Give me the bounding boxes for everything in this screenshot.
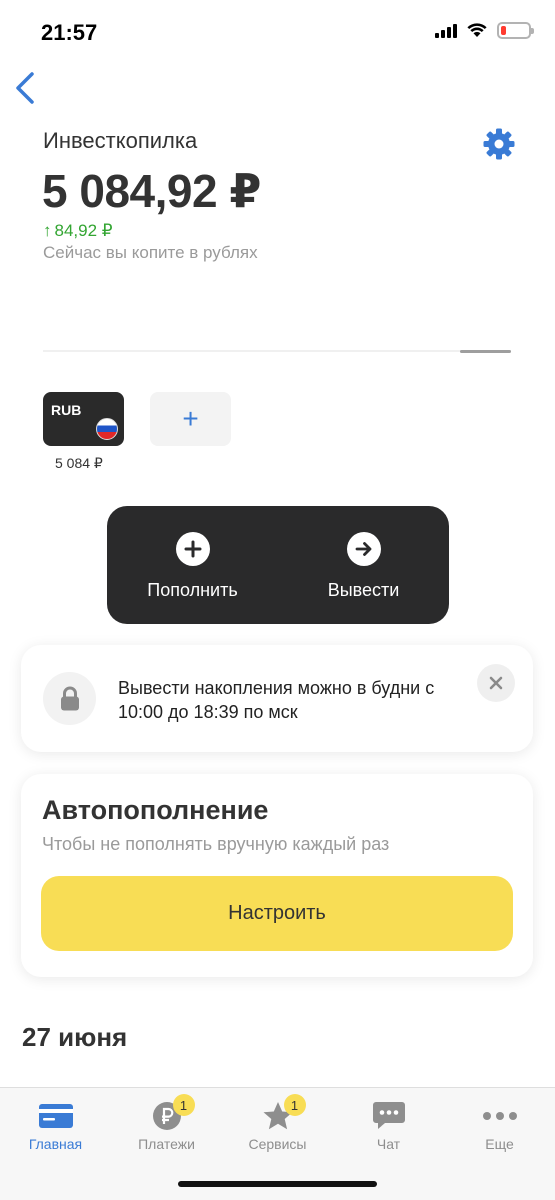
payments-badge: 1 [172, 1094, 195, 1116]
tab-label: Главная [28, 1136, 83, 1152]
add-currency-button[interactable]: + [150, 392, 231, 446]
close-notice-button[interactable] [477, 664, 515, 702]
more-icon [480, 1100, 520, 1132]
auto-top-up-card: Автопополнение Чтобы не пополнять вручну… [21, 774, 533, 977]
tab-payments[interactable]: 1 Платежи [111, 1088, 222, 1168]
tab-home[interactable]: Главная [0, 1088, 111, 1168]
top-up-label: Пополнить [147, 580, 238, 600]
page-title: Инвесткопилка [43, 128, 198, 153]
delta-value: 84,92 ₽ [54, 221, 113, 240]
notice-text: Вывести накопления можно в будни с 10:00… [118, 678, 435, 722]
close-icon [489, 676, 503, 690]
auto-top-up-subtitle: Чтобы не пополнять вручную каждый раз [42, 834, 390, 854]
savings-currency-note: Сейчас вы копите в рублях [43, 243, 258, 262]
tab-label: Чат [376, 1136, 401, 1152]
tab-chat[interactable]: Чат [333, 1088, 444, 1168]
card-icon [36, 1100, 76, 1132]
chart-divider [43, 350, 511, 352]
home-indicator [178, 1181, 377, 1187]
battery-level [501, 26, 506, 35]
top-up-button[interactable]: Пополнить [107, 506, 278, 624]
setup-button[interactable]: Настроить [41, 876, 513, 951]
chart-divider-indicator [460, 350, 511, 353]
auto-top-up-title: Автопополнение [42, 795, 269, 825]
arrow-up-icon: ↑ [43, 221, 52, 240]
settings-button[interactable] [482, 127, 516, 161]
plus-circle-icon [175, 532, 210, 566]
history-date-heading: 27 июня [22, 1022, 128, 1052]
arrow-right-circle-icon [346, 532, 381, 566]
lock-icon [43, 672, 96, 725]
wifi-icon [467, 23, 487, 37]
status-time: 21:57 [41, 20, 98, 45]
russia-flag-icon [96, 418, 118, 440]
chat-icon [369, 1100, 409, 1132]
tab-label: Платежи [138, 1136, 195, 1152]
services-badge: 1 [283, 1094, 306, 1116]
currency-amount: 5 084 ₽ [55, 455, 103, 471]
plus-icon: + [182, 403, 199, 434]
currency-code: RUB [51, 402, 82, 418]
withdraw-button[interactable]: Вывести [278, 506, 449, 624]
battery-icon [497, 22, 534, 39]
withdraw-label: Вывести [327, 580, 400, 600]
balance-delta: ↑ 84,92 ₽ [43, 221, 113, 241]
status-icons [435, 22, 534, 39]
currency-card-rub[interactable]: RUB [43, 392, 124, 446]
withdraw-hours-notice: Вывести накопления можно в будни с 10:00… [21, 645, 533, 752]
action-panel: Пополнить Вывести [107, 506, 449, 624]
status-bar: 21:57 [0, 0, 555, 64]
signal-icon [435, 23, 457, 38]
tab-label: Еще [485, 1136, 514, 1152]
back-button[interactable] [12, 70, 42, 106]
chevron-left-icon [16, 72, 34, 104]
star-icon: 1 [258, 1094, 306, 1132]
tab-more[interactable]: Еще [444, 1088, 555, 1168]
gear-icon [483, 128, 515, 160]
tab-services[interactable]: 1 Сервисы [222, 1088, 333, 1168]
balance-amount: 5 084,92 ₽ [42, 165, 261, 217]
tab-label: Сервисы [248, 1136, 307, 1152]
ruble-icon: 1 [147, 1094, 195, 1132]
